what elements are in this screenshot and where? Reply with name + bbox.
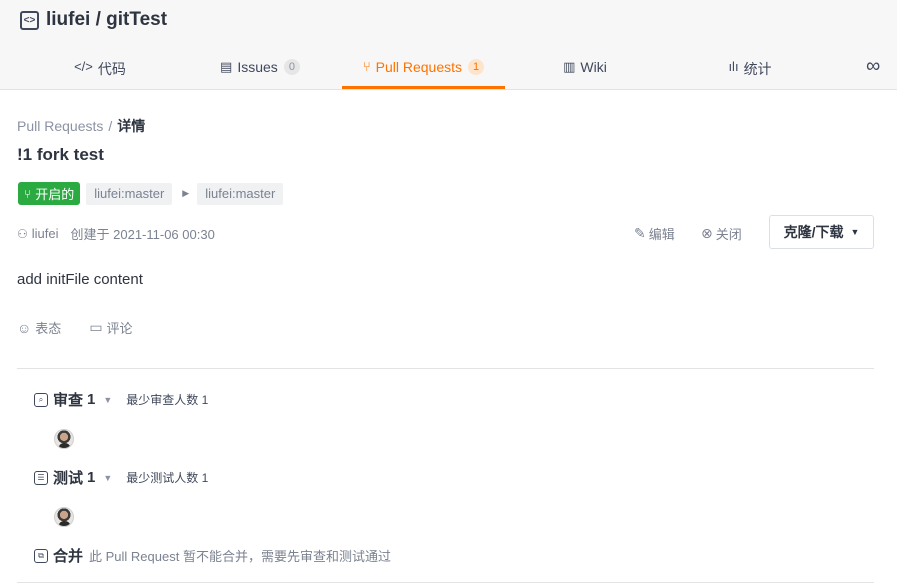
merge-icon: ⧉ <box>34 548 48 563</box>
comment-label: 评论 <box>106 321 133 336</box>
pull-requests-count-badge: 1 <box>468 59 485 75</box>
comment-icon: ▭ <box>89 319 103 335</box>
pr-description: add initFile content <box>17 271 143 288</box>
review-dropdown-icon[interactable]: ▼ <box>103 395 112 405</box>
tab-wiki-label: Wiki <box>580 59 607 75</box>
more-tabs-icon[interactable]: ∞ <box>866 55 880 78</box>
divider <box>17 368 874 369</box>
repo-title[interactable]: liufei / gitTest <box>46 9 167 31</box>
merge-title: 合并 <box>53 548 84 565</box>
caret-right-icon: ▶ <box>182 188 190 198</box>
test-count: 1 <box>87 469 96 486</box>
reaction-bar: ☺ 表态 ▭ 评论 <box>17 318 161 337</box>
test-dropdown-icon[interactable]: ▼ <box>103 473 112 483</box>
emoji-reaction-label: 表态 <box>35 321 62 336</box>
issues-count-badge: 0 <box>283 59 300 75</box>
edit-label: 编辑 <box>648 227 675 242</box>
merge-note: 此 Pull Request 暂不能合并，需要先审查和测试通过 <box>89 549 391 564</box>
code-icon: </> <box>74 59 93 74</box>
created-time: 创建于 2021-11-06 00:30 <box>70 227 215 242</box>
tester-avatar[interactable] <box>54 507 74 527</box>
edit-button[interactable]: ✎ 编辑 <box>634 224 675 243</box>
tab-code[interactable]: </> 代码 <box>40 51 160 89</box>
comment-button[interactable]: ▭ 评论 <box>89 318 132 337</box>
breadcrumb-current: 详情 <box>117 118 146 134</box>
book-icon: ▥ <box>563 59 576 74</box>
status-badge: ⑂ 开启的 <box>18 182 81 205</box>
target-branch[interactable]: liufei:master <box>197 182 284 205</box>
test-section: ☰ 测试 1 ▼ 最少测试人数 1 <box>34 467 208 488</box>
tab-issues-label: Issues <box>237 59 278 75</box>
tab-stats[interactable]: ılı 统计 <box>690 51 810 89</box>
page-title: !1 fork test <box>17 145 104 164</box>
caret-down-icon: ▼ <box>850 227 860 237</box>
tab-pull-requests-label: Pull Requests <box>375 59 463 75</box>
status-label: 开启的 <box>35 187 75 202</box>
test-icon: ☰ <box>34 470 48 485</box>
tab-issues[interactable]: ▤ Issues 0 <box>200 51 320 89</box>
user-icon: ⚇ <box>17 226 28 241</box>
issues-icon: ▤ <box>220 59 233 74</box>
repo-header: <> liufei / gitTest </> 代码 ▤ Issues 0 ⑂ … <box>0 0 897 90</box>
pull-request-icon: ⑂ <box>24 186 32 201</box>
divider <box>17 582 874 583</box>
tab-wiki[interactable]: ▥ Wiki <box>525 51 645 89</box>
tab-pull-requests[interactable]: ⑂ Pull Requests 1 <box>342 51 505 89</box>
author-name[interactable]: liufei <box>32 226 59 241</box>
emoji-reaction-button[interactable]: ☺ 表态 <box>17 318 61 337</box>
reviewer-avatar[interactable] <box>54 429 74 449</box>
clone-download-button[interactable]: 克隆/下载 ▼ <box>769 215 874 249</box>
review-note: 最少审查人数 1 <box>126 393 209 407</box>
review-section: ⌕ 审查 1 ▼ 最少审查人数 1 <box>34 389 208 410</box>
breadcrumb: Pull Requests / 详情 <box>17 116 145 136</box>
clone-label: 克隆/下载 <box>783 224 844 240</box>
review-icon: ⌕ <box>34 392 48 407</box>
close-button[interactable]: ⊗ 关闭 <box>701 224 742 243</box>
tab-stats-label: 统计 <box>743 61 772 77</box>
bar-chart-icon: ılı <box>728 59 739 74</box>
test-note: 最少测试人数 1 <box>126 471 209 485</box>
review-title: 审查 <box>53 392 84 409</box>
close-label: 关闭 <box>715 227 742 242</box>
merge-section: ⧉ 合并 此 Pull Request 暂不能合并，需要先审查和测试通过 <box>34 545 391 566</box>
test-title: 测试 <box>53 470 84 487</box>
smile-icon: ☺ <box>17 319 32 336</box>
close-circle-icon: ⊗ <box>701 225 713 241</box>
tab-code-label: 代码 <box>97 61 126 77</box>
pr-meta: ⚇ liufei 创建于 2021-11-06 00:30 <box>17 224 215 243</box>
code-box-icon: <> <box>20 10 39 30</box>
breadcrumb-pull-requests[interactable]: Pull Requests <box>17 118 103 134</box>
edit-icon: ✎ <box>634 225 646 241</box>
breadcrumb-separator: / <box>108 118 113 134</box>
review-count: 1 <box>87 391 96 408</box>
pull-request-icon: ⑂ <box>362 59 371 74</box>
source-branch[interactable]: liufei:master <box>86 182 173 205</box>
repo-heading: <> liufei / gitTest <box>20 8 167 32</box>
branch-row: ⑂ 开启的 liufei:master ▶ liufei:master <box>18 182 284 205</box>
